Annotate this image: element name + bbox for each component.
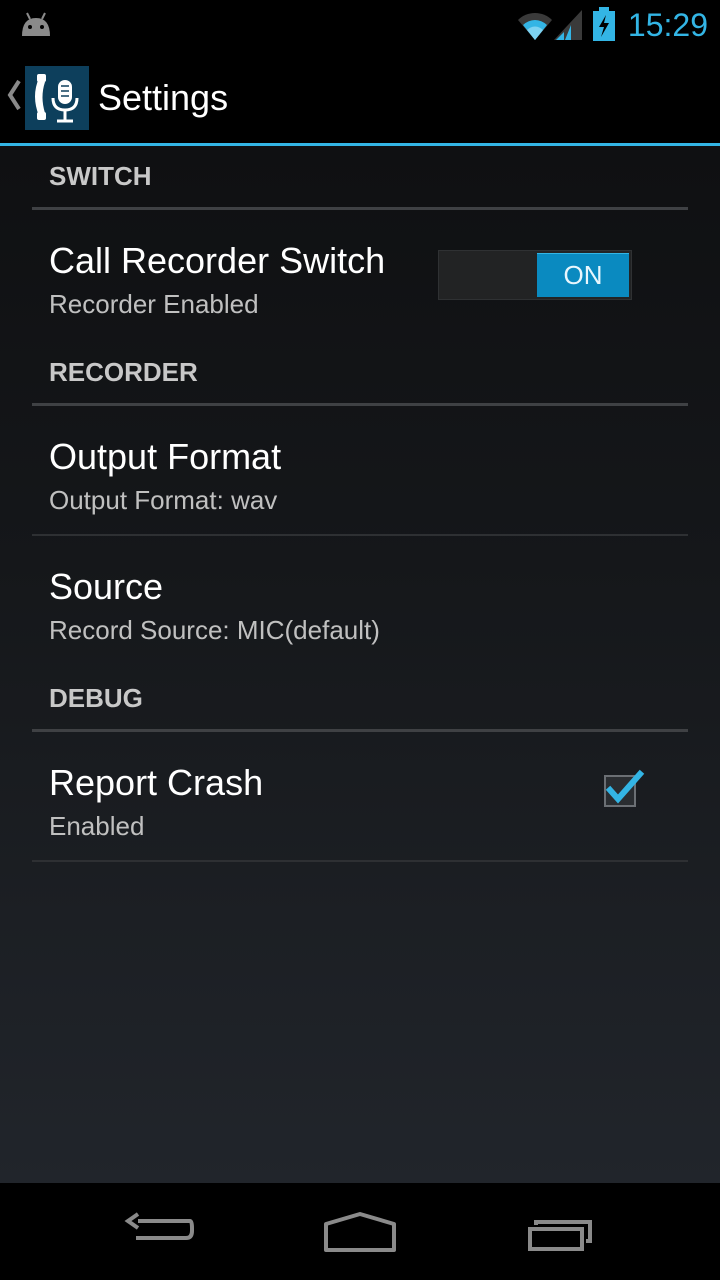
- home-icon: [324, 1212, 396, 1252]
- up-navigation-button[interactable]: Settings: [0, 50, 250, 143]
- category-title: SWITCH: [49, 161, 152, 191]
- report-crash-checkbox[interactable]: [602, 768, 646, 812]
- report-crash-row[interactable]: Report Crash Enabled: [32, 732, 688, 862]
- output-format-row[interactable]: Output Format Output Format: wav: [32, 406, 688, 536]
- category-switch: SWITCH: [32, 146, 688, 210]
- back-button[interactable]: [100, 1183, 220, 1280]
- status-bar: 15:29: [0, 0, 720, 50]
- category-title: DEBUG: [49, 683, 143, 713]
- navigation-bar: [0, 1183, 720, 1280]
- recent-apps-icon: [528, 1220, 592, 1251]
- battery-charging-icon: [593, 7, 615, 41]
- preference-summary: Enabled: [49, 811, 145, 841]
- category-debug: DEBUG: [32, 668, 688, 732]
- recent-apps-button[interactable]: [500, 1183, 620, 1280]
- call-recorder-app-icon: [25, 66, 89, 130]
- wifi-icon: [518, 12, 552, 40]
- preference-title: Report Crash: [49, 762, 264, 803]
- preference-summary: Record Source: MIC(default): [49, 615, 380, 645]
- back-icon: [124, 1212, 194, 1240]
- preference-summary: Output Format: wav: [49, 485, 278, 515]
- settings-list: SWITCH Call Recorder Switch Recorder Ena…: [0, 146, 720, 1183]
- back-chevron-icon: [7, 79, 21, 111]
- home-button[interactable]: [300, 1183, 420, 1280]
- page-title: Settings: [98, 77, 229, 118]
- call-recorder-toggle[interactable]: ON: [438, 250, 632, 300]
- screen: 15:29 Settings SWITCH Call Recorder Swit…: [0, 0, 720, 1280]
- signal-icon: [554, 10, 582, 40]
- action-bar: Settings: [0, 50, 720, 146]
- preference-summary: Recorder Enabled: [49, 289, 259, 319]
- call-recorder-switch-row[interactable]: Call Recorder Switch Recorder Enabled ON: [32, 210, 688, 340]
- category-title: RECORDER: [49, 357, 198, 387]
- android-notification-icon: [22, 12, 50, 36]
- toggle-thumb: ON: [537, 253, 629, 297]
- category-recorder: RECORDER: [32, 342, 688, 406]
- preference-title: Call Recorder Switch: [49, 240, 386, 281]
- row-divider: [32, 860, 688, 862]
- source-row[interactable]: Source Record Source: MIC(default): [32, 536, 688, 666]
- status-time: 15:29: [627, 7, 708, 43]
- preference-title: Output Format: [49, 436, 282, 477]
- preference-title: Source: [49, 566, 164, 607]
